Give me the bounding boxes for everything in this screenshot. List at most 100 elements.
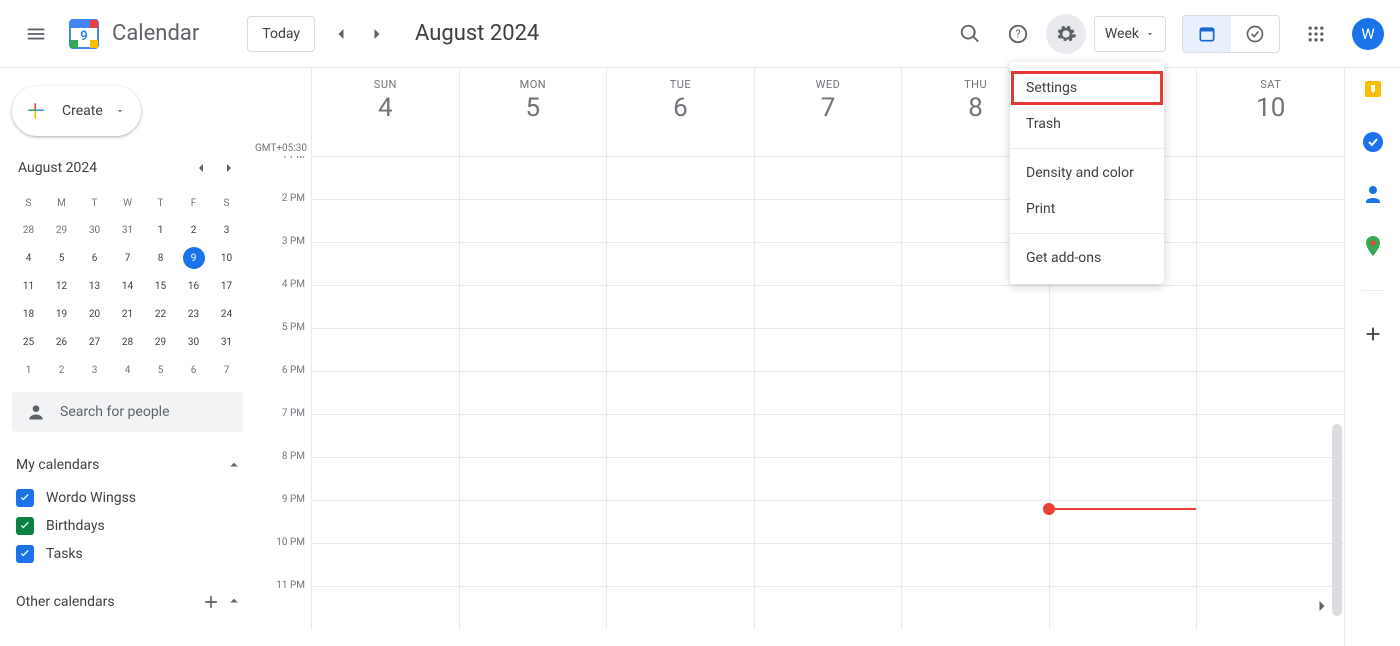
- apps-button[interactable]: [1296, 14, 1336, 54]
- next-button[interactable]: [359, 16, 395, 52]
- mini-day-cell[interactable]: 5: [144, 356, 177, 384]
- mini-day-cell[interactable]: 19: [45, 300, 78, 328]
- time-cell[interactable]: [459, 242, 607, 285]
- mini-day-cell[interactable]: 15: [144, 272, 177, 300]
- time-cell[interactable]: [754, 199, 902, 242]
- time-cell[interactable]: [1049, 457, 1197, 500]
- mini-day-cell[interactable]: 11: [12, 272, 45, 300]
- time-cell[interactable]: [901, 586, 1049, 629]
- time-cell[interactable]: [311, 457, 459, 500]
- mini-day-cell[interactable]: 6: [177, 356, 210, 384]
- mini-next-button[interactable]: [215, 154, 243, 182]
- time-grid-scroll[interactable]: 1 PM2 PM3 PM4 PM5 PM6 PM7 PM8 PM9 PM10 P…: [255, 156, 1344, 646]
- time-cell[interactable]: [1196, 457, 1344, 500]
- maps-icon[interactable]: [1361, 234, 1385, 258]
- time-cell[interactable]: [311, 199, 459, 242]
- time-cell[interactable]: [459, 371, 607, 414]
- time-cell[interactable]: [459, 457, 607, 500]
- day-header[interactable]: WED7: [754, 68, 902, 156]
- time-cell[interactable]: [754, 500, 902, 543]
- calendar-list-item[interactable]: Wordo Wingss: [12, 484, 243, 512]
- tasks-icon[interactable]: [1361, 130, 1385, 154]
- time-cell[interactable]: [1196, 543, 1344, 586]
- calendar-list-item[interactable]: Tasks: [12, 540, 243, 568]
- mini-day-cell[interactable]: 20: [78, 300, 111, 328]
- time-cell[interactable]: [606, 500, 754, 543]
- get-addons-button[interactable]: [1362, 323, 1384, 345]
- mini-day-cell[interactable]: 18: [12, 300, 45, 328]
- my-calendars-toggle[interactable]: My calendars: [12, 456, 243, 474]
- time-cell[interactable]: [901, 328, 1049, 371]
- time-cell[interactable]: [754, 242, 902, 285]
- mini-day-cell[interactable]: 27: [78, 328, 111, 356]
- mini-day-cell[interactable]: 22: [144, 300, 177, 328]
- add-calendar-icon[interactable]: [201, 592, 221, 612]
- time-cell[interactable]: [311, 414, 459, 457]
- search-people-input[interactable]: Search for people: [12, 392, 243, 432]
- time-cell[interactable]: [1049, 500, 1197, 543]
- time-cell[interactable]: [606, 242, 754, 285]
- mini-day-cell[interactable]: 1: [12, 356, 45, 384]
- mini-day-cell[interactable]: 29: [45, 216, 78, 244]
- time-cell[interactable]: [1196, 371, 1344, 414]
- mini-day-cell[interactable]: 29: [144, 328, 177, 356]
- mini-day-cell[interactable]: 4: [12, 244, 45, 272]
- time-cell[interactable]: [1049, 543, 1197, 586]
- time-cell[interactable]: [754, 457, 902, 500]
- time-cell[interactable]: [311, 371, 459, 414]
- mini-day-cell[interactable]: 3: [78, 356, 111, 384]
- mini-day-cell[interactable]: 28: [12, 216, 45, 244]
- time-cell[interactable]: [1049, 285, 1197, 328]
- time-cell[interactable]: [1049, 328, 1197, 371]
- dropdown-item-density-and-color[interactable]: Density and color: [1010, 155, 1164, 191]
- mini-day-cell[interactable]: 24: [210, 300, 243, 328]
- time-cell[interactable]: [901, 543, 1049, 586]
- app-logo[interactable]: 9 Calendar: [64, 14, 199, 54]
- time-cell[interactable]: [606, 156, 754, 199]
- mini-day-cell[interactable]: 21: [111, 300, 144, 328]
- time-cell[interactable]: [606, 199, 754, 242]
- mini-day-cell[interactable]: 12: [45, 272, 78, 300]
- day-header[interactable]: SAT10: [1196, 68, 1344, 156]
- time-cell[interactable]: [754, 543, 902, 586]
- time-cell[interactable]: [754, 371, 902, 414]
- time-cell[interactable]: [754, 328, 902, 371]
- time-cell[interactable]: [1196, 285, 1344, 328]
- time-cell[interactable]: [606, 371, 754, 414]
- mini-day-cell[interactable]: 2: [177, 216, 210, 244]
- time-cell[interactable]: [1049, 371, 1197, 414]
- time-cell[interactable]: [311, 543, 459, 586]
- time-cell[interactable]: [459, 285, 607, 328]
- mini-day-cell[interactable]: 16: [177, 272, 210, 300]
- time-cell[interactable]: [606, 543, 754, 586]
- time-cell[interactable]: [1196, 199, 1344, 242]
- time-cell[interactable]: [901, 500, 1049, 543]
- time-cell[interactable]: [311, 586, 459, 629]
- calendar-mode-button[interactable]: [1183, 16, 1231, 52]
- mini-day-cell[interactable]: 23: [177, 300, 210, 328]
- dropdown-item-trash[interactable]: Trash: [1010, 106, 1164, 142]
- time-cell[interactable]: [311, 500, 459, 543]
- time-cell[interactable]: [606, 285, 754, 328]
- mini-day-cell[interactable]: 10: [210, 244, 243, 272]
- account-avatar[interactable]: W: [1352, 18, 1384, 50]
- hide-side-panel-button[interactable]: [1304, 588, 1340, 624]
- time-cell[interactable]: [606, 414, 754, 457]
- time-cell[interactable]: [606, 457, 754, 500]
- time-cell[interactable]: [901, 457, 1049, 500]
- day-header[interactable]: SUN4: [311, 68, 459, 156]
- mini-day-cell[interactable]: 9: [177, 244, 210, 272]
- mini-day-cell[interactable]: 8: [144, 244, 177, 272]
- mini-day-cell[interactable]: 6: [78, 244, 111, 272]
- view-selector[interactable]: Week: [1094, 16, 1166, 52]
- day-header[interactable]: TUE6: [606, 68, 754, 156]
- time-cell[interactable]: [459, 156, 607, 199]
- support-button[interactable]: ?: [998, 14, 1038, 54]
- time-cell[interactable]: [901, 371, 1049, 414]
- time-cell[interactable]: [459, 543, 607, 586]
- mini-day-cell[interactable]: 26: [45, 328, 78, 356]
- mini-day-cell[interactable]: 7: [111, 244, 144, 272]
- prev-button[interactable]: [323, 16, 359, 52]
- time-cell[interactable]: [1196, 328, 1344, 371]
- mini-day-cell[interactable]: 5: [45, 244, 78, 272]
